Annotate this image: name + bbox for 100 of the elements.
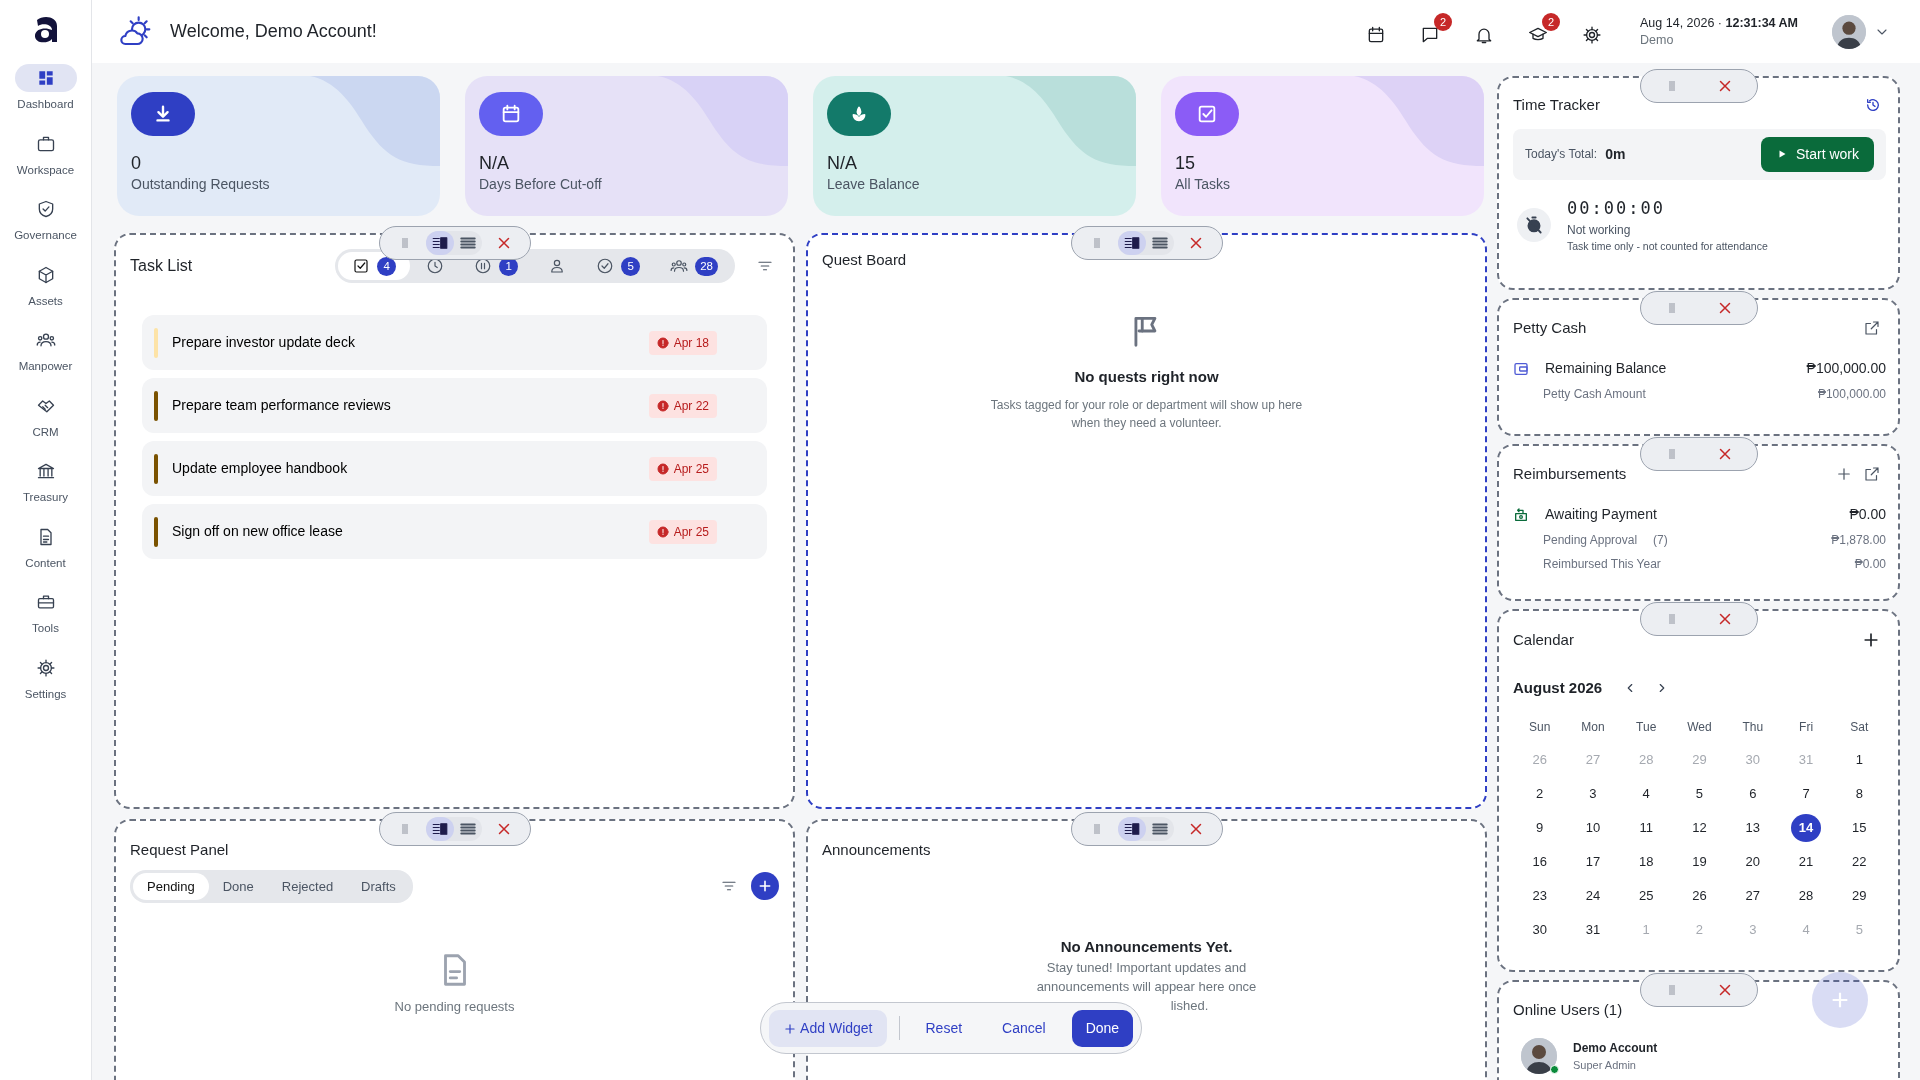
settings-icon	[35, 657, 56, 678]
toolbar-button[interactable]: 2	[1524, 12, 1560, 51]
calendar-day[interactable]: 3	[1577, 779, 1608, 808]
split-layout-button[interactable]	[1117, 817, 1146, 841]
task-item[interactable]: Sign off on new office lease Apr 25	[142, 504, 767, 559]
calendar-day[interactable]: 20	[1737, 847, 1768, 876]
calendar-day[interactable]: 24	[1577, 881, 1608, 910]
calendar-day[interactable]: 2	[1524, 779, 1555, 808]
sidebar-item[interactable]: Treasury	[5, 457, 86, 523]
empty-message: Tasks tagged for your role or department will show up here when they need a volunteer.	[989, 397, 1304, 432]
clock-icon	[426, 257, 445, 275]
calendar-day[interactable]: 10	[1577, 813, 1608, 842]
add-widget-button[interactable]: Add Widget	[769, 1009, 887, 1047]
split-layout-button[interactable]	[425, 817, 454, 841]
add-button[interactable]	[751, 872, 779, 901]
filter-tab[interactable]: 4	[338, 252, 411, 280]
calendar-day[interactable]: 7	[1791, 779, 1822, 808]
filter-tab[interactable]: 5	[582, 252, 655, 280]
calendar-day[interactable]: 22	[1844, 847, 1875, 876]
calendar-day[interactable]: 14	[1791, 813, 1822, 842]
sidebar-item[interactable]: Settings	[5, 653, 86, 719]
calendar-day[interactable]: 31	[1577, 915, 1608, 944]
user-name: Demo Account	[1573, 1039, 1658, 1057]
alert-icon	[656, 462, 669, 475]
toolbar-button[interactable]: 2	[1416, 12, 1452, 51]
calendar-day[interactable]: 16	[1524, 847, 1555, 876]
total-value: 0m	[1605, 144, 1627, 164]
sidebar-item[interactable]: Governance	[5, 195, 86, 261]
stat-label: Outstanding Requests	[131, 174, 271, 194]
calendar-day[interactable]: 26	[1684, 881, 1715, 910]
sidebar-item[interactable]: Tools	[5, 588, 86, 654]
count-badge: 4	[377, 256, 397, 276]
start-work-button[interactable]: Start work	[1761, 136, 1874, 172]
calendar-day[interactable]: 5	[1684, 779, 1715, 808]
calendar-day[interactable]: 28	[1791, 881, 1822, 910]
sidebar-item[interactable]: Workspace	[5, 129, 86, 195]
text-button[interactable]: Cancel	[988, 1009, 1060, 1047]
sidebar-item[interactable]: Manpower	[5, 326, 86, 392]
wallet-icon	[1513, 360, 1529, 377]
count-badge: 5	[621, 256, 641, 276]
task-item[interactable]: Prepare investor update deck Apr 18	[142, 315, 767, 370]
add-fab-button[interactable]	[1812, 972, 1868, 1028]
calendar-day[interactable]: 11	[1631, 813, 1662, 842]
external-link-icon	[1863, 319, 1881, 337]
amount-value: ₱1,878.00	[1831, 532, 1886, 549]
plus-icon	[1835, 465, 1853, 483]
calendar-day[interactable]: 19	[1684, 847, 1715, 876]
external-link-icon	[1863, 465, 1881, 483]
split-layout-button[interactable]	[1117, 231, 1146, 255]
task-item[interactable]: Update employee handbook Apr 25	[142, 441, 767, 496]
sidebar-item[interactable]: Assets	[5, 260, 86, 326]
status-tab[interactable]: Pending	[133, 872, 209, 900]
sidebar-item[interactable]: Content	[5, 522, 86, 588]
status-tab[interactable]: Done	[208, 872, 268, 900]
status-tab[interactable]: Drafts	[347, 872, 410, 900]
sidebar-item[interactable]: CRM	[5, 391, 86, 457]
amount-value: ₱100,000.00	[1806, 359, 1886, 378]
calendar-icon	[500, 103, 522, 125]
filter-tab[interactable]: 28	[656, 252, 732, 280]
calendar-day[interactable]: 18	[1631, 847, 1662, 876]
task-item[interactable]: Prepare team performance reviews Apr 22	[142, 378, 767, 433]
calendar-day[interactable]: 17	[1577, 847, 1608, 876]
amount-value: ₱0.00	[1854, 556, 1886, 573]
avatar	[1521, 1038, 1557, 1074]
widget-title: Announcements	[822, 840, 932, 860]
widget-title: Time Tracker	[1513, 95, 1601, 115]
calendar-day[interactable]: 8	[1844, 779, 1875, 808]
calendar-day[interactable]: 21	[1791, 847, 1822, 876]
count-label: (7)	[1653, 532, 1668, 549]
calendar-day[interactable]: 6	[1737, 779, 1768, 808]
calendar-day[interactable]: 13	[1737, 813, 1768, 842]
filter-tab[interactable]: 1	[460, 252, 533, 280]
play-icon	[1776, 148, 1788, 160]
split-layout-icon	[1122, 820, 1141, 838]
alert-icon	[656, 399, 669, 412]
sidebar-item[interactable]: Dashboard	[5, 64, 86, 130]
plus-icon	[783, 1021, 797, 1036]
calendar-day[interactable]: 12	[1684, 813, 1715, 842]
calendar-day[interactable]: 27	[1737, 881, 1768, 910]
stat-card[interactable]: 0 Outstanding Requests	[117, 76, 440, 216]
welcome-title: Welcome, Demo Account!	[170, 20, 377, 43]
stat-card[interactable]: N/A Leave Balance	[813, 76, 1136, 216]
calendar-day[interactable]: 23	[1524, 881, 1555, 910]
calendar-day[interactable]: 1	[1844, 745, 1875, 774]
widget-title: Calendar	[1513, 629, 1575, 650]
stat-card[interactable]: N/A Days Before Cut-off	[465, 76, 788, 216]
timer-clock: 00:00:00	[1567, 196, 1666, 220]
stat-card[interactable]: 15 All Tasks	[1161, 76, 1484, 216]
calendar-day[interactable]: 29	[1844, 881, 1875, 910]
calendar-day[interactable]: 25	[1631, 881, 1662, 910]
calendar-day[interactable]: 15	[1844, 813, 1875, 842]
calendar-day[interactable]: 4	[1631, 779, 1662, 808]
stat-value: 15	[1175, 154, 1197, 174]
calendar-day[interactable]: 30	[1524, 915, 1555, 944]
split-layout-button[interactable]	[425, 231, 454, 255]
text-button[interactable]: Reset	[911, 1009, 977, 1047]
calendar-day[interactable]: 9	[1524, 813, 1555, 842]
status-tab[interactable]: Rejected	[267, 872, 348, 900]
done-button[interactable]: Done	[1071, 1009, 1134, 1047]
widget-title: Online Users (1)	[1513, 1000, 1623, 1020]
